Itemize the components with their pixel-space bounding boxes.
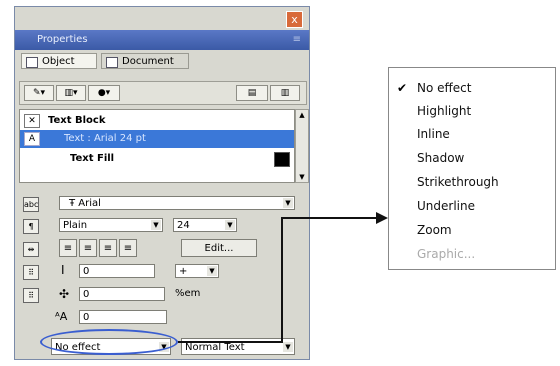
menu-item-inline[interactable]: Inline	[417, 124, 450, 144]
pencil-icon[interactable]: ✎▾	[24, 85, 54, 101]
scroll-up-icon[interactable]: ▲	[296, 110, 308, 120]
checkmark-icon: ✔	[397, 81, 408, 95]
list-item-label: Text Block	[48, 115, 106, 126]
text-mode-select[interactable]: Normal Text ▼	[181, 338, 295, 355]
fill-icon[interactable]: ▥▾	[56, 85, 86, 101]
chevron-down-icon[interactable]: ▼	[225, 220, 235, 230]
object-tab-icon	[26, 57, 38, 68]
line-spacing-field[interactable]: 0	[79, 264, 155, 278]
object-toolbar: ✎▾ ▥▾ ●▾ ▤ ▥	[19, 81, 307, 105]
chevron-down-icon[interactable]: ▼	[283, 198, 293, 208]
list-item-label: Text : Arial 24 pt	[64, 133, 146, 144]
panel-title: Properties	[37, 34, 88, 45]
kerning-unit-label: %em	[175, 288, 201, 299]
menu-item-shadow[interactable]: Shadow	[417, 148, 464, 168]
font-select[interactable]: Ŧ Arial ▼	[59, 196, 295, 210]
list-scrollbar[interactable]: ▲ ▼	[295, 109, 309, 183]
font-label-icon: abc	[23, 197, 39, 212]
text-mode-value: Normal Text	[185, 342, 245, 353]
tab-document[interactable]: Document	[101, 53, 189, 69]
panel-menu-icon[interactable]: ≡	[293, 30, 301, 50]
style-select[interactable]: Plain ▼	[59, 218, 163, 232]
close-icon[interactable]: x	[286, 11, 303, 28]
toolbar-option-icon[interactable]: ▤	[236, 85, 268, 101]
fill-color-swatch[interactable]	[274, 152, 290, 167]
document-tab-icon	[106, 57, 118, 68]
scroll-down-icon[interactable]: ▼	[296, 172, 308, 182]
align-center-button[interactable]: ≡	[79, 239, 97, 257]
align-justify-button[interactable]: ≡	[119, 239, 137, 257]
tab-object[interactable]: Object	[21, 53, 97, 69]
line-spacing-icon: Ⅰ	[61, 263, 65, 277]
edit-button[interactable]: Edit...	[181, 239, 257, 257]
baseline-shift-icon: ᴬA	[55, 310, 68, 323]
truetype-icon: Ŧ	[69, 198, 76, 209]
spacing-unit-select[interactable]: + ▼	[175, 264, 219, 278]
effect-icon[interactable]: ●▾	[88, 85, 120, 101]
kerning-icon: ⠿	[23, 288, 39, 303]
text-attribute-icon: A	[24, 132, 40, 146]
style-value: Plain	[63, 220, 88, 231]
panel-tabs: Object Document	[15, 51, 309, 69]
effect-menu: ✔ No effect Highlight Inline Shadow Stri…	[388, 67, 556, 270]
text-style-icon: ¶	[23, 219, 39, 234]
spacing-icon: ⠿	[23, 265, 39, 280]
chevron-down-icon[interactable]: ▼	[283, 342, 293, 352]
tab-document-label: Document	[122, 56, 174, 67]
list-item-selected[interactable]: A Text : Arial 24 pt	[20, 130, 294, 148]
menu-item-strikethrough[interactable]: Strikethrough	[417, 172, 499, 192]
callout-ellipse	[40, 329, 178, 355]
kerning-field-icon: ✣	[59, 287, 70, 301]
baseline-shift-field[interactable]: 0	[79, 310, 167, 324]
align-left-button[interactable]: ≡	[59, 239, 77, 257]
size-select[interactable]: 24 ▼	[173, 218, 237, 232]
menu-item-no-effect[interactable]: No effect	[417, 78, 471, 98]
list-item[interactable]: ✕ Text Block	[20, 112, 294, 130]
menu-item-underline[interactable]: Underline	[417, 196, 475, 216]
list-item-label: Text Fill	[70, 153, 115, 164]
chevron-down-icon[interactable]: ▼	[207, 266, 217, 276]
menu-item-highlight[interactable]: Highlight	[417, 101, 471, 121]
object-list: ✕ Text Block A Text : Arial 24 pt Text F…	[19, 109, 295, 183]
spacing-unit-value: +	[179, 266, 188, 277]
size-value: 24	[177, 220, 190, 231]
menu-item-graphic: Graphic...	[417, 247, 476, 261]
tab-object-label: Object	[42, 56, 75, 67]
align-right-button[interactable]: ≡	[99, 239, 117, 257]
text-block-icon: ✕	[24, 114, 40, 128]
list-item[interactable]: Text Fill	[20, 150, 294, 168]
kerning-field[interactable]: 0	[79, 287, 165, 301]
alignment-icon: ⇹	[23, 242, 39, 257]
font-value: Arial	[78, 198, 101, 209]
toolbar-trash-icon[interactable]: ▥	[270, 85, 300, 101]
chevron-down-icon[interactable]: ▼	[151, 220, 161, 230]
panel-title-bar[interactable]: Properties ≡	[15, 30, 309, 50]
properties-panel: x Properties ≡ Object Document ✎▾ ▥▾ ●▾ …	[14, 6, 310, 360]
menu-item-zoom[interactable]: Zoom	[417, 220, 452, 240]
